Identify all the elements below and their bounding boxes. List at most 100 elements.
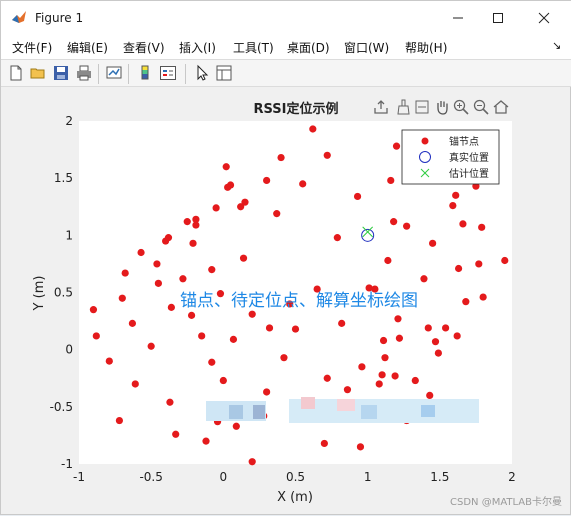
anchor-node-point	[202, 437, 210, 445]
legend[interactable]: 锚节点 真实位置 估计位置	[401, 129, 500, 185]
anchor-node-point	[167, 303, 175, 311]
anchor-node-point	[338, 319, 346, 327]
y-tick-label: 1	[65, 228, 73, 242]
anchor-node-point	[379, 336, 388, 345]
y-tick-label: 0	[65, 343, 73, 357]
chart-title: RSSI定位示例	[254, 101, 339, 117]
anchor-node-point	[426, 391, 434, 399]
anchor-node-point	[277, 153, 285, 162]
anchor-node-point	[420, 275, 428, 283]
plot-annotation: 锚点、待定位点、解算坐标绘图	[180, 291, 418, 311]
anchor-node-point	[449, 202, 457, 210]
anchor-node-point	[137, 248, 145, 257]
anchor-node-point	[187, 311, 196, 319]
anchor-node-point	[333, 234, 341, 242]
anchor-node-point	[343, 386, 352, 394]
anchor-node-point	[381, 354, 389, 362]
anchor-node-point	[395, 334, 404, 342]
anchor-node-point	[263, 176, 271, 185]
anchor-node-point	[356, 443, 365, 451]
anchor-node-point	[183, 218, 191, 226]
legend-anchor-label: 锚节点	[449, 136, 479, 148]
y-tick-label: 1.5	[54, 171, 73, 185]
anchor-node-point	[241, 198, 249, 206]
anchor-node-point	[208, 358, 216, 366]
anchor-node-point	[411, 376, 419, 385]
anchor-node-point	[222, 163, 230, 171]
x-tick-label: 1	[364, 470, 372, 484]
anchor-node-point	[179, 275, 187, 283]
anchor-node-point	[128, 319, 137, 327]
anchor-node-point	[454, 264, 463, 273]
anchor-node-point	[452, 191, 460, 199]
anchor-node-point	[375, 380, 383, 388]
anchor-node-point	[263, 388, 271, 396]
anchor-node-point	[501, 256, 509, 265]
anchor-node-point	[323, 151, 331, 159]
x-tick-label: 0	[220, 470, 228, 484]
anchor-node-point	[232, 422, 240, 430]
anchor-node-point	[248, 458, 256, 466]
anchor-node-point	[392, 142, 401, 150]
anchor-node-point	[166, 398, 174, 406]
anchor-node-point	[442, 324, 450, 332]
x-tick-label: -0.5	[139, 470, 162, 484]
anchor-node-point	[105, 357, 113, 365]
anchor-node-point	[212, 204, 220, 212]
y-tick-label: 0.5	[54, 286, 73, 300]
y-axis-label: Y (m)	[32, 276, 47, 312]
anchor-node-point	[273, 210, 281, 218]
anchor-node-point	[475, 260, 483, 268]
anchor-node-point	[424, 324, 432, 332]
anchor-node-point	[172, 430, 180, 438]
y-tick-label: 2	[65, 114, 73, 128]
legend-true-label: 真实位置	[449, 151, 489, 164]
anchor-node-point	[434, 349, 442, 357]
anchor-node-point	[121, 269, 129, 277]
anchor-node-point	[226, 181, 235, 189]
anchor-node-point	[353, 192, 362, 201]
anchor-node-point	[147, 342, 155, 350]
anchor-node-point	[92, 332, 100, 340]
anchor-node-point	[358, 363, 366, 371]
y-tick-label: -1	[61, 457, 73, 471]
anchor-node-point	[462, 298, 470, 306]
anchor-node-point	[131, 380, 139, 388]
anchor-node-point	[219, 376, 227, 385]
anchor-node-point	[189, 239, 197, 247]
anchor-node-point	[115, 416, 124, 425]
anchor-node-point	[323, 374, 331, 382]
legend-estimate-label: 估计位置	[449, 167, 489, 180]
anchor-node-point	[164, 234, 173, 242]
anchor-node-point	[459, 220, 467, 228]
anchor-node-point	[429, 239, 437, 247]
anchor-node-point	[453, 332, 461, 340]
anchor-node-point	[384, 256, 392, 265]
anchor-node-point	[291, 325, 300, 333]
y-tick-label: -0.5	[50, 400, 73, 414]
anchor-node-point	[309, 125, 317, 133]
anchor-node-point	[280, 354, 288, 362]
watermark-text: CSDN @MATLAB卡尔曼	[450, 497, 562, 508]
legend-anchor-marker	[421, 137, 429, 145]
anchor-node-point	[89, 306, 98, 314]
anchor-node-point	[248, 310, 256, 318]
anchor-node-point	[154, 279, 162, 287]
anchor-node-point	[299, 180, 307, 188]
anchor-node-point	[265, 324, 274, 332]
anchor-node-point	[320, 439, 328, 448]
anchor-node-point	[403, 222, 411, 230]
x-tick-label: -1	[73, 470, 85, 484]
anchor-node-point	[478, 223, 486, 231]
x-tick-label: 1.5	[430, 470, 449, 484]
anchor-node-point	[198, 332, 206, 340]
anchor-node-point	[229, 335, 238, 343]
figure-window: Figure 1 文件(F) 编辑(E) 查看(V) 插入(I) 工具(T) 桌…	[0, 0, 571, 515]
anchor-node-point	[391, 372, 399, 380]
anchor-node-point	[431, 338, 440, 346]
anchor-node-point	[394, 315, 402, 323]
anchor-node-point	[153, 260, 161, 268]
anchor-node-point	[479, 293, 487, 301]
anchor-node-point	[118, 294, 126, 302]
anchor-node-point	[208, 266, 216, 274]
